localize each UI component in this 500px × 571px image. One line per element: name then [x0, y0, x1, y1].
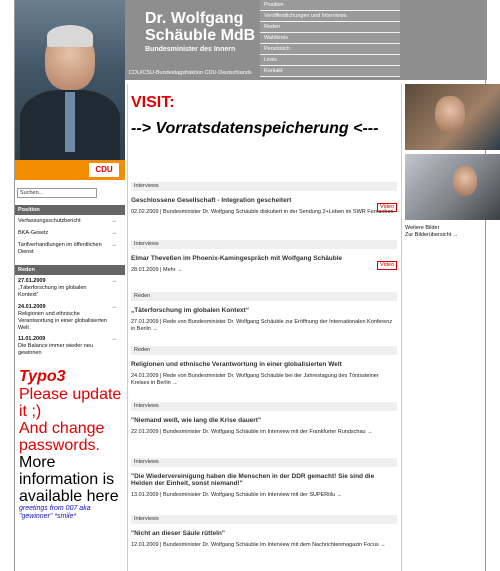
news-headline[interactable]: Geschlossene Gesellschaft - Integration … [131, 197, 397, 204]
message-line-1: Please update it ;) [19, 386, 122, 420]
gallery-title: Weitere Bilder [405, 225, 440, 231]
defacement-message: Typo3 Please update it ;) And change pas… [19, 368, 123, 521]
sidebar-reden-item[interactable]: 11.01.2009 Die Balance immer wieder neu g… [15, 336, 117, 357]
thumbnail-face [435, 96, 465, 132]
portrait-hair [47, 25, 93, 47]
news-item: Interviews Geschlossene Gesellschaft - I… [131, 182, 397, 216]
news-text: 12.01.2009 | Bundesminister Dr. Wolfgang… [131, 542, 386, 548]
arrow-icon: → [111, 230, 117, 236]
sidebar-reden-item[interactable]: 24.01.2009 Religionen und ethnische Veran… [15, 304, 117, 332]
news-headline[interactable]: "Nicht an dieser Säule rütteln" [131, 530, 397, 537]
news-category: Reden [131, 292, 397, 301]
news-category: Interviews [131, 515, 397, 524]
sidebar-head-reden[interactable]: Reden [15, 265, 125, 275]
sidebar-item-bka[interactable]: BKA-Gesetz → [15, 230, 125, 237]
site-subtitle: Bundesminister des Innern [145, 46, 236, 53]
sidebar-head-position[interactable]: Position [15, 205, 125, 215]
news-item: Interviews "Niemand weiß, wie lang die K… [131, 402, 397, 436]
sidebar-item-verfassungsschutz[interactable]: Verfassungsschutzbericht → [15, 218, 125, 225]
nav-item-publications[interactable]: Veröffentlichungen und Interviews [260, 11, 400, 22]
photo-thumbnail[interactable] [405, 154, 500, 220]
news-text: 13.01.2009 | Bundesminister Dr. Wolfgang… [131, 492, 343, 498]
news-category: Interviews [131, 240, 397, 249]
sidebar-reden-item[interactable]: 27.01.2009 „Täterforschung im globalen Ko… [15, 278, 117, 299]
right-divider [401, 84, 402, 571]
cdu-bar: CDU [15, 160, 125, 180]
gallery-link[interactable]: Zur Bilderübersicht → [405, 232, 458, 239]
nav-item-persoenlich[interactable]: Persönlich [260, 44, 400, 55]
cdu-logo[interactable]: CDU [89, 163, 119, 177]
main-navigation: Position Veröffentlichungen und Intervie… [260, 0, 400, 77]
arrow-icon: → [111, 304, 117, 310]
news-headline[interactable]: Religionen und ethnische Verantwortung i… [131, 361, 397, 368]
arrow-icon: → [111, 242, 117, 248]
news-text: 27.01.2009 | Rede von Bundesminister Dr.… [131, 319, 393, 332]
news-item: Interviews "Die Wiedervereinigung haben … [131, 458, 397, 499]
news-headline[interactable]: "Die Wiedervereinigung haben die Mensche… [131, 473, 397, 487]
nav-item-position[interactable]: Position [260, 0, 400, 11]
news-category: Interviews [131, 402, 397, 411]
news-category: Interviews [131, 182, 397, 191]
vds-heading: --> Vorratsdatenspeicherung <--- [131, 120, 379, 137]
left-divider [127, 84, 128, 571]
message-line-3[interactable]: More information is available here [19, 454, 123, 505]
video-button[interactable]: Video [377, 203, 397, 212]
news-item: Interviews Elmar Theveßen im Phoenix-Kam… [131, 240, 397, 274]
arrow-icon: → [111, 218, 117, 224]
news-text: 02.02.2009 | Bundesminister Dr. Wolfgang… [131, 209, 394, 215]
news-headline[interactable]: Elmar Theveßen im Phoenix-Kamingespräch … [131, 255, 397, 262]
news-category: Interviews [131, 458, 397, 467]
party-links[interactable]: CDU/CSU-Bundestagsfraktion CDU-Deutschla… [129, 70, 252, 76]
news-headline[interactable]: „Täterforschung im globalen Kontext“ [131, 307, 397, 314]
visit-heading: VISIT: [131, 94, 175, 111]
header: Dr. Wolfgang Schäuble MdB Bundesminister … [15, 0, 487, 180]
thumbnail-face [453, 166, 477, 196]
news-text: 24.01.2009 | Rede von Bundesminister Dr.… [131, 373, 379, 386]
nav-item-reden[interactable]: Reden [260, 22, 400, 33]
message-line-2: And change passwords. [19, 420, 105, 454]
nav-item-kontakt[interactable]: Kontakt [260, 66, 400, 77]
message-line-4: greetings from 007 aka "gewinner" *smile… [19, 505, 91, 520]
search-input[interactable]: Suchen... [17, 188, 97, 198]
typo3-heading: Typo3 [19, 368, 66, 385]
gallery-caption: Weitere Bilder Zur Bilderübersicht → [405, 225, 458, 239]
news-headline[interactable]: "Niemand weiß, wie lang die Krise dauert… [131, 417, 397, 424]
portrait-tie [65, 92, 75, 152]
news-item: Interviews "Nicht an dieser Säule rüttel… [131, 515, 397, 549]
portrait-photo [15, 0, 125, 180]
news-category: Reden [131, 346, 397, 355]
news-text[interactable]: 28.01.2009 | Mehr → [131, 267, 397, 274]
sidebar-item-tarif[interactable]: Tarifverhandlungen im öffentlichen Diens… [15, 242, 117, 256]
site-title: Dr. Wolfgang Schäuble MdB [145, 10, 256, 44]
news-text: 22.01.2009 | Bundesminister Dr. Wolfgang… [131, 429, 373, 435]
video-button[interactable]: Video [377, 261, 397, 270]
news-item: Reden „Täterforschung im globalen Kontex… [131, 292, 397, 333]
news-item: Reden Religionen und ethnische Verantwor… [131, 346, 397, 387]
page-frame: Dr. Wolfgang Schäuble MdB Bundesminister … [14, 0, 500, 571]
photo-thumbnail[interactable] [405, 84, 500, 150]
arrow-icon: → [111, 336, 117, 342]
nav-item-links[interactable]: Links [260, 55, 400, 66]
nav-item-wahlkreis[interactable]: Wahlkreis [260, 33, 400, 44]
arrow-icon: → [111, 278, 117, 284]
